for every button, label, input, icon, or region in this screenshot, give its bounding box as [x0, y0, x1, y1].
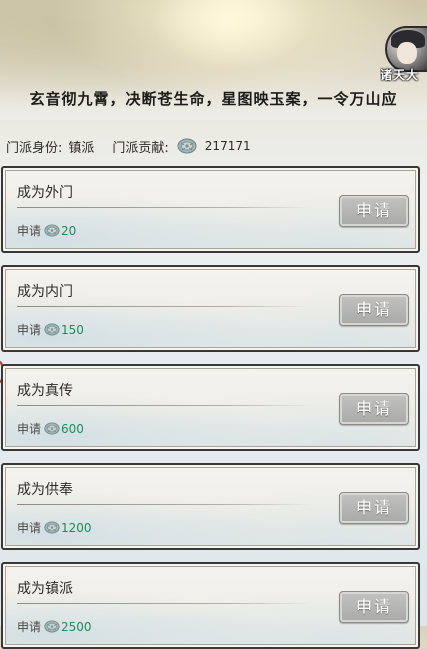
- cost-value: 150: [61, 322, 84, 337]
- rank-card-elder: 成为供奉 申请 1200 申请: [1, 463, 420, 550]
- cost-value: 2500: [61, 619, 92, 634]
- rank-title: 成为镇派: [17, 581, 73, 597]
- jade-currency-icon: [44, 323, 60, 336]
- jade-currency-icon: [44, 620, 60, 633]
- rank-title: 成为真传: [17, 383, 73, 399]
- rank-cost: 申请 20: [17, 222, 76, 239]
- avatar-face: [397, 42, 417, 64]
- cost-value: 20: [61, 223, 77, 238]
- contribution-value: 217171: [204, 139, 251, 153]
- sect-motto: 玄音彻九霄，决断苍生命，星图映玉案，一令万山应: [29, 90, 398, 108]
- sect-info-row: 门派身份: 镇派 门派贡献: 217171: [6, 134, 251, 158]
- rank-cost: 申请 1200: [17, 519, 92, 536]
- jade-currency-icon: [177, 138, 197, 154]
- cost-value: 1200: [61, 520, 92, 535]
- divider: [17, 603, 312, 604]
- divider: [17, 405, 312, 406]
- rank-card-true: 成为真传 申请 600 申请: [1, 364, 420, 451]
- rank-card-inner: 成为内门 申请 150 申请: [1, 265, 420, 352]
- rank-title: 成为供奉: [17, 482, 73, 498]
- cost-value: 600: [61, 421, 84, 436]
- avatar-name: 诸天大: [380, 68, 420, 82]
- jade-currency-icon: [44, 521, 60, 534]
- cost-label: 申请: [17, 620, 42, 634]
- identity-label: 门派身份:: [6, 140, 63, 156]
- jade-currency-icon: [44, 422, 60, 435]
- identity-value: 镇派: [68, 140, 95, 156]
- rank-title: 成为外门: [17, 185, 73, 201]
- rank-title: 成为内门: [17, 284, 73, 300]
- rank-card-outer: 成为外门 申请 20 申请: [1, 166, 420, 253]
- apply-button[interactable]: 申请: [339, 195, 409, 227]
- apply-button[interactable]: 申请: [339, 591, 409, 623]
- rank-cost: 申请 2500: [17, 618, 92, 635]
- apply-button[interactable]: 申请: [339, 492, 409, 524]
- cost-label: 申请: [17, 521, 42, 535]
- apply-button[interactable]: 申请: [339, 294, 409, 326]
- apply-button[interactable]: 申请: [339, 393, 409, 425]
- cost-label: 申请: [17, 224, 42, 238]
- rank-card-guardian: 成为镇派 申请 2500 申请: [1, 562, 420, 649]
- rank-cost: 申请 600: [17, 420, 84, 437]
- cost-label: 申请: [17, 422, 42, 436]
- divider: [17, 207, 312, 208]
- cost-label: 申请: [17, 323, 42, 337]
- contribution-label: 门派贡献:: [112, 140, 169, 156]
- rank-cost: 申请 150: [17, 321, 84, 338]
- divider: [17, 306, 312, 307]
- jade-currency-icon: [44, 224, 60, 237]
- divider: [17, 504, 312, 505]
- banner-art: [150, 0, 310, 70]
